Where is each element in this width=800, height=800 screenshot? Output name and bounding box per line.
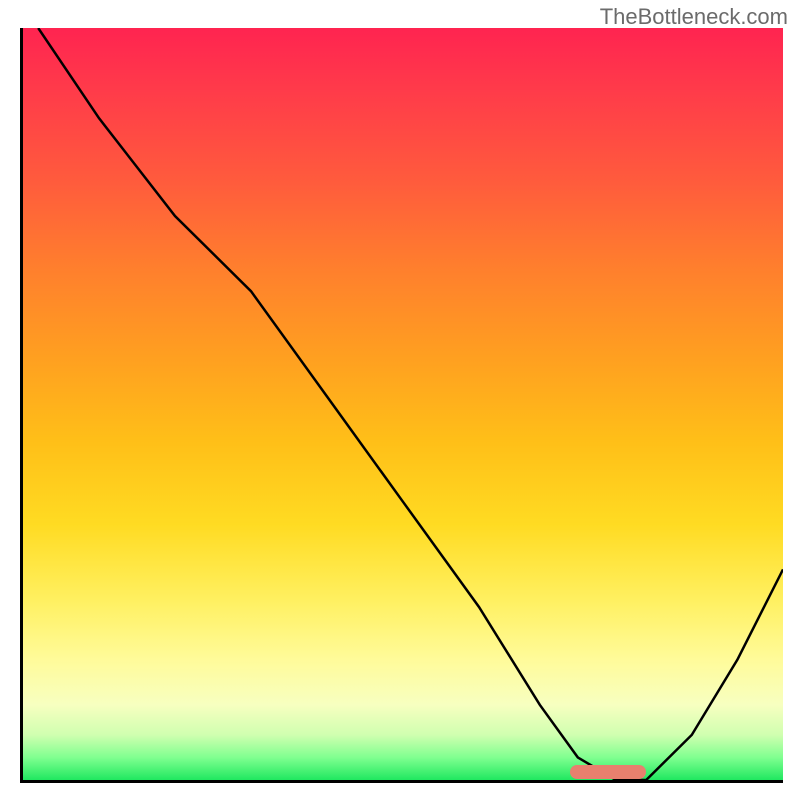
plot-area <box>20 28 783 783</box>
watermark-text: TheBottleneck.com <box>600 4 788 30</box>
chart-container: TheBottleneck.com <box>0 0 800 800</box>
curve-svg <box>23 28 783 780</box>
bottleneck-curve <box>38 28 783 780</box>
optimal-range-marker <box>570 765 646 779</box>
